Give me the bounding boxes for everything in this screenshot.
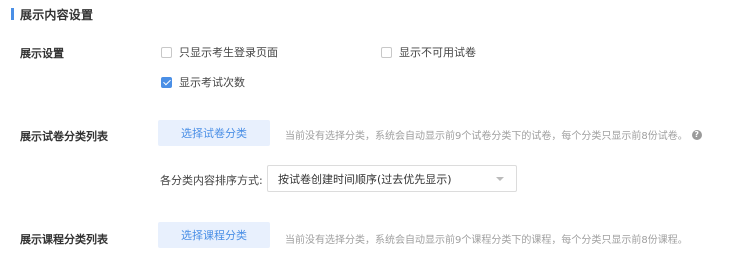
display-settings-label: 展示设置 (20, 47, 64, 60)
select-course-category-button[interactable]: 选择课程分类 (158, 222, 270, 248)
checkbox-label: 显示考试次数 (179, 76, 245, 89)
help-icon[interactable]: ? (691, 129, 702, 140)
course-category-hint: 当前没有选择分类，系统会自动显示前9个课程分类下的课程，每个分类只显示前8份课程… (285, 231, 688, 246)
select-exam-category-button[interactable]: 选择试卷分类 (158, 120, 270, 146)
only-login-page-checkbox[interactable]: 只显示考生登录页面 (161, 44, 278, 60)
course-category-hint-text: 当前没有选择分类，系统会自动显示前9个课程分类下的课程，每个分类只显示前8份课程… (285, 235, 688, 246)
section-title: 展示内容设置 (20, 7, 94, 22)
sort-order-label: 各分类内容排序方式: (160, 174, 263, 187)
exam-category-label: 展示试卷分类列表 (20, 130, 108, 143)
checkbox-label: 只显示考生登录页面 (179, 46, 278, 59)
checked-checkbox-icon[interactable] (161, 76, 172, 88)
show-unavailable-exams-checkbox[interactable]: 显示不可用试卷 (381, 44, 476, 60)
exam-category-hint-text: 当前没有选择分类，系统会自动显示前9个试卷分类下的试卷，每个分类只显示前8份试卷… (285, 131, 688, 142)
checkbox-icon[interactable] (381, 46, 392, 58)
show-exam-count-checkbox[interactable]: 显示考试次数 (161, 74, 245, 90)
checkbox-icon[interactable] (161, 46, 172, 58)
checkbox-label: 显示不可用试卷 (399, 46, 476, 59)
sort-order-select[interactable]: 按试卷创建时间顺序(过去优先显示) (267, 165, 517, 192)
section-accent-bar (11, 8, 14, 20)
chevron-down-icon (496, 176, 504, 181)
sort-order-value: 按试卷创建时间顺序(过去优先显示) (278, 172, 452, 186)
section-header: 展示内容设置 (11, 6, 93, 22)
course-category-label: 展示课程分类列表 (20, 233, 108, 246)
exam-category-hint: 当前没有选择分类，系统会自动显示前9个试卷分类下的试卷，每个分类只显示前8份试卷… (285, 127, 702, 142)
